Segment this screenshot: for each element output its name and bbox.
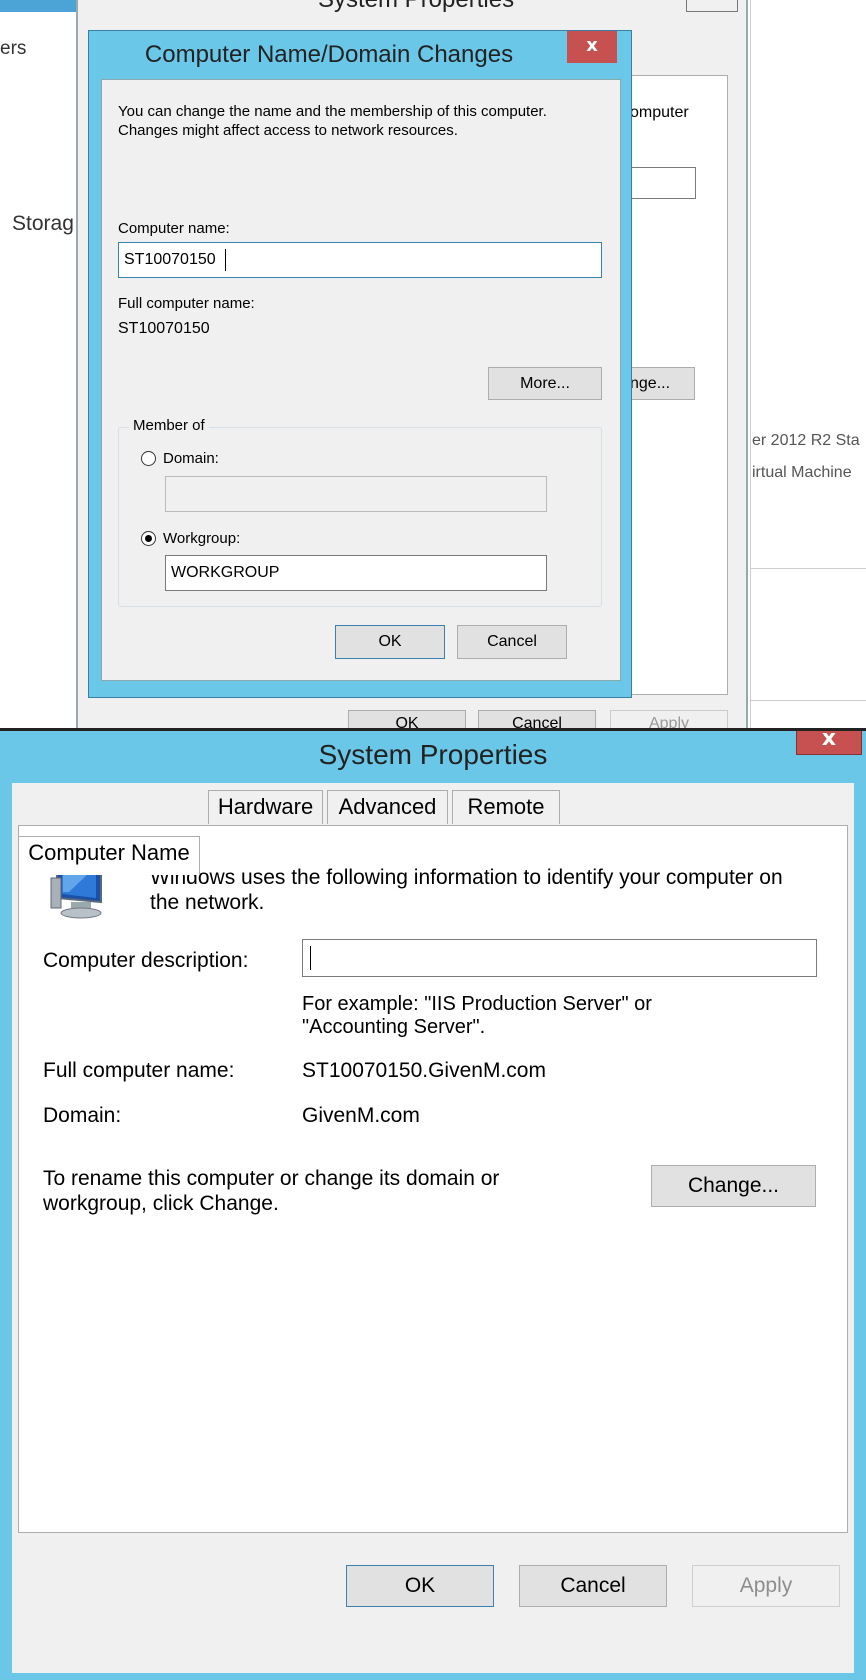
workgroup-value: WORKGROUP: [171, 564, 280, 581]
window-client-area: Computer Name Hardware Advanced Remote W…: [12, 783, 854, 1673]
dialog-description: You can change the name and the membersh…: [118, 103, 547, 139]
window-title: System Properties: [318, 739, 548, 770]
example-text: For example: "IIS Production Server" or …: [302, 993, 652, 1038]
bg-change-label: nge...: [630, 375, 671, 392]
workgroup-input[interactable]: WORKGROUP: [165, 555, 547, 591]
domain-label: Domain:: [43, 1104, 122, 1127]
member-of-group: Member of Domain: Workgroup: WORKGROUP: [118, 417, 602, 607]
ok-button[interactable]: OK: [346, 1565, 494, 1607]
top-screenshot: ers Storag System Properties omputer nge…: [0, 0, 866, 728]
domain-value: GivenM.com: [302, 1104, 420, 1127]
dialog-ok-button[interactable]: OK: [335, 625, 445, 659]
description-label: Computer description:: [43, 949, 249, 972]
full-name-value: ST10070150: [118, 320, 210, 337]
computer-name-dialog: Computer Name/Domain Changes x You can c…: [88, 30, 632, 698]
bg-fragment-server: er 2012 R2 Sta: [752, 432, 860, 449]
bg-apply-button[interactable]: Apply: [610, 710, 728, 728]
intro-text: Windows uses the following information t…: [150, 866, 783, 914]
tab-computer-name[interactable]: Computer Name: [18, 836, 200, 875]
bg-right-panel: [750, 0, 866, 728]
dialog-cancel-button[interactable]: Cancel: [457, 625, 567, 659]
system-properties-window: System Properties x Computer Name Hardwa…: [0, 731, 866, 1680]
more-button[interactable]: More...: [488, 367, 602, 400]
bg-title: System Properties: [318, 0, 514, 14]
tab-advanced[interactable]: Advanced: [327, 790, 448, 824]
bg-minimize-box: [686, 0, 738, 12]
workgroup-radio[interactable]: [141, 531, 156, 546]
description-input[interactable]: [302, 939, 817, 977]
rename-text: To rename this computer or change its do…: [43, 1167, 500, 1215]
full-name-value: ST10070150.GivenM.com: [302, 1059, 546, 1082]
text-cursor: [225, 249, 226, 271]
dialog-title: Computer Name/Domain Changes: [144, 41, 514, 68]
full-name-label: Full computer name:: [118, 295, 255, 312]
bg-fragment-computer: omputer: [630, 104, 689, 121]
domain-radio[interactable]: [141, 451, 156, 466]
close-icon: x: [821, 731, 837, 751]
bg-cancel-button[interactable]: Cancel: [478, 710, 596, 728]
tab-remote[interactable]: Remote: [452, 790, 560, 824]
bg-ok-button[interactable]: OK: [348, 710, 466, 728]
cancel-button[interactable]: Cancel: [519, 1565, 667, 1607]
window-close-button[interactable]: x: [796, 731, 862, 755]
bg-fragment-vm: irtual Machine: [752, 464, 852, 481]
member-of-label: Member of: [129, 417, 209, 434]
apply-button[interactable]: Apply: [692, 1565, 840, 1607]
computer-name-input[interactable]: ST10070150: [118, 242, 602, 278]
full-name-label: Full computer name:: [43, 1059, 235, 1082]
bg-separator: [750, 568, 866, 569]
tab-panel: Windows uses the following information t…: [18, 825, 848, 1533]
dialog-body: You can change the name and the membersh…: [101, 79, 621, 681]
domain-radio-label: Domain:: [163, 450, 219, 467]
bg-fragment-ers: ers: [0, 38, 27, 59]
text-cursor: [310, 946, 311, 970]
change-button[interactable]: Change...: [651, 1165, 816, 1207]
computer-name-label: Computer name:: [118, 220, 230, 237]
dialog-close-button[interactable]: x: [567, 31, 617, 63]
bg-separator-2: [750, 700, 866, 701]
workgroup-radio-label: Workgroup:: [163, 530, 241, 547]
close-icon: x: [586, 35, 598, 56]
tab-hardware[interactable]: Hardware: [208, 790, 323, 824]
bg-fragment-storage: Storag: [12, 212, 74, 235]
computer-name-value: ST10070150: [124, 251, 216, 268]
domain-input[interactable]: [165, 476, 547, 512]
bg-window-corner: [0, 0, 76, 12]
